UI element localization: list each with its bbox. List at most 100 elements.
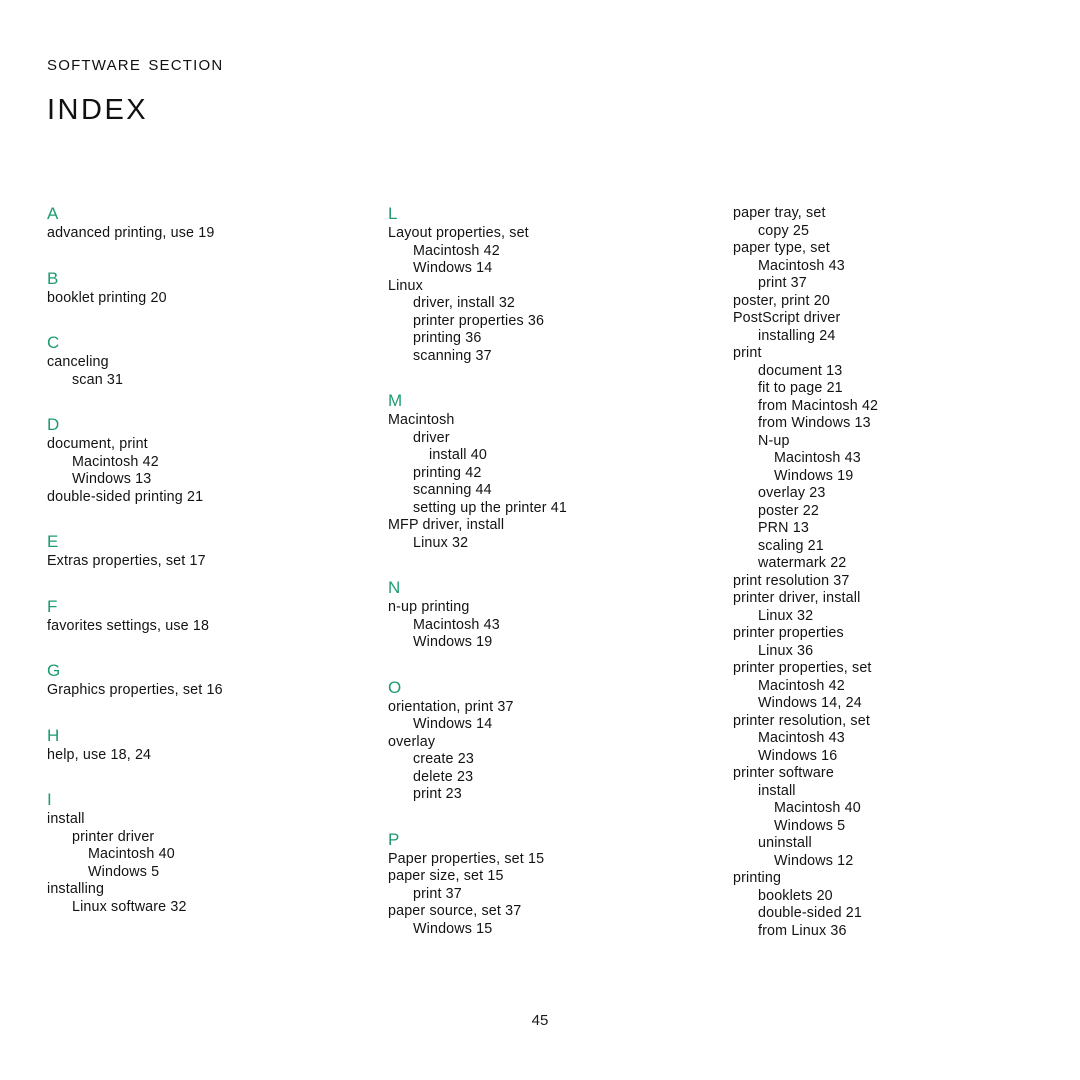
index-entry: setting up the printer 41 <box>413 499 567 516</box>
index-entry: create 23 <box>413 751 474 767</box>
letter-group-spacer <box>47 764 347 791</box>
index-entry: installing <box>47 881 105 897</box>
index-column-2: L Layout properties, set Macintosh 42 Windo… <box>388 205 688 938</box>
index-entry: Layout properties, set <box>388 225 529 241</box>
page-title: Index <box>47 81 149 128</box>
index-entry: print 23 <box>413 786 462 802</box>
letter-group: Iinstall printer driver Macintosh 40 Window… <box>47 791 347 916</box>
index-entry: print resolution 37 <box>733 572 850 589</box>
letter-heading-m: M <box>388 391 403 410</box>
index-entry: from Windows 13 <box>758 415 871 431</box>
letter-group-spacer <box>388 365 688 392</box>
letter-group: G Graphics properties, set 16 <box>47 662 347 700</box>
index-page: Software section Index Aadvanced printin… <box>0 0 1080 1080</box>
index-entry: uninstall <box>758 835 812 851</box>
index-entry: poster 22 <box>758 502 819 519</box>
index-entry: printing 42 <box>413 464 482 481</box>
letter-group: M Macintosh driver install 40 printing 42 sca… <box>388 392 688 552</box>
index-entry: Macintosh 42 <box>413 242 500 259</box>
index-entry: paper tray, set <box>733 205 826 221</box>
index-entry: PostScript driver <box>733 310 841 326</box>
index-entry: Linux software 32 <box>72 898 187 915</box>
index-entry: Macintosh 43 <box>758 257 845 274</box>
index-entry: Linux <box>388 277 423 294</box>
index-entry: Macintosh 43 <box>774 450 861 466</box>
index-entry: paper type, set <box>733 240 830 256</box>
index-entry: driver <box>413 429 450 446</box>
letter-heading-b: B <box>47 268 59 288</box>
index-entry: print <box>733 345 762 361</box>
page-header: Software section Index <box>47 52 947 126</box>
index-entry: delete 23 <box>413 768 474 785</box>
index-entry: advanced printing, use 19 <box>47 225 215 241</box>
index-entry: printer properties, set <box>733 660 872 676</box>
index-entry: help, use 18, 24 <box>47 746 152 763</box>
index-entry: Macintosh 42 <box>758 677 845 694</box>
letter-group: Ddocument, print Macintosh 42 Windows 13 do… <box>47 416 347 506</box>
index-entry: Windows 14 <box>413 260 493 276</box>
index-entry: poster, print 20 <box>733 292 830 309</box>
index-entry: overlay 23 <box>758 485 826 501</box>
letter-heading-h: H <box>47 725 60 745</box>
letter-group-spacer <box>47 700 347 727</box>
index-entry: Linux 36 <box>758 642 814 659</box>
index-entry: printer resolution, set <box>733 712 870 729</box>
index-entry: installing 24 <box>758 327 836 344</box>
index-entry: Windows 14 <box>413 716 493 732</box>
letter-heading-d: D <box>47 415 60 434</box>
letter-group-spacer <box>47 635 347 662</box>
letter-group-spacer <box>388 552 688 579</box>
index-entry: Windows 13 <box>72 471 152 487</box>
letter-group-spacer <box>47 243 347 270</box>
index-entry: overlay <box>388 733 436 750</box>
letter-heading-o: O <box>388 677 402 697</box>
letter-heading-a: A <box>47 204 59 223</box>
index-entry: scaling 21 <box>758 537 824 554</box>
index-entry: printer properties 36 <box>413 312 545 329</box>
letter-group: P Paper properties, set 15 paper size, set… <box>388 830 688 939</box>
index-entry: Windows 16 <box>758 747 838 764</box>
index-entry: from Linux 36 <box>758 922 847 939</box>
index-entry: N-up <box>758 432 790 449</box>
letter-heading-e: E <box>47 532 59 551</box>
letter-group: L Layout properties, set Macintosh 42 Windo… <box>388 205 688 365</box>
letter-group-spacer <box>47 571 347 598</box>
index-entry: booklets 20 <box>758 887 833 904</box>
letter-group-spacer <box>47 506 347 533</box>
index-entry: double-sided printing 21 <box>47 488 204 505</box>
letter-group: Bbooklet printing 20 <box>47 268 347 308</box>
index-entry: install <box>758 782 796 799</box>
index-entry: from Macintosh 42 <box>758 397 879 414</box>
index-entry: Windows 19 <box>774 467 854 484</box>
letter-group-spacer <box>388 652 688 679</box>
letter-heading-l: L <box>388 204 398 223</box>
index-entry: fit to page 21 <box>758 380 843 396</box>
index-entry: Linux 32 <box>413 534 469 551</box>
letter-group: Ffavorites settings, use 18 <box>47 597 347 636</box>
index-entry: canceling <box>47 354 109 370</box>
index-entry: Macintosh 43 <box>413 616 500 633</box>
index-entry: printer driver <box>72 828 155 845</box>
letter-group: paper tray, set copy 25 paper type, set Mac… <box>733 205 1033 940</box>
letter-group: Ccanceling scan 31 <box>47 334 347 389</box>
letter-heading-n: N <box>388 578 401 597</box>
index-entry: n-up printing <box>388 599 470 615</box>
index-entry: print 37 <box>758 275 807 291</box>
letter-heading-c: C <box>47 333 60 352</box>
index-column-3: paper tray, set copy 25 paper type, set Mac… <box>733 205 1033 940</box>
index-entry: Windows 12 <box>774 852 854 869</box>
index-entry: install <box>47 811 85 827</box>
index-column-1: Aadvanced printing, use 19 Bbooklet print… <box>47 205 347 916</box>
index-entry: double-sided 21 <box>758 905 862 921</box>
index-entry: Macintosh 40 <box>88 846 175 862</box>
letter-group-spacer <box>388 804 688 831</box>
letter-group-spacer <box>47 307 347 334</box>
index-entry: printing 36 <box>413 330 482 346</box>
index-entry: Extras properties, set 17 <box>47 553 206 569</box>
index-entry: Windows 15 <box>413 920 493 937</box>
index-entry: driver, install 32 <box>413 295 516 311</box>
index-entry: scan 31 <box>72 371 124 388</box>
index-entry: orientation, print 37 <box>388 698 514 715</box>
index-entry: Windows 19 <box>413 634 493 650</box>
index-entry: paper source, set 37 <box>388 903 522 919</box>
